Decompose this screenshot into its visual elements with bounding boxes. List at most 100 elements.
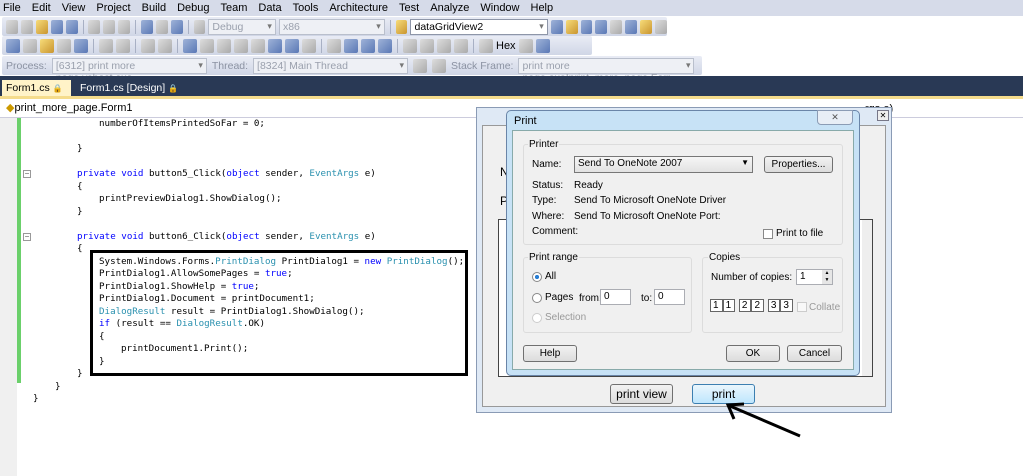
start-icon[interactable] (193, 19, 206, 34)
navigate-icon[interactable] (170, 19, 183, 34)
object-combo[interactable]: dataGridView2 (410, 18, 548, 35)
step-over-icon[interactable] (437, 38, 451, 53)
indent-icon[interactable] (99, 38, 113, 53)
window-icon[interactable] (6, 38, 20, 53)
properties-icon[interactable] (565, 19, 578, 34)
flag-all-icon[interactable] (432, 58, 447, 73)
dialog-close-button[interactable]: ✕ (817, 110, 853, 125)
copies-input[interactable]: 1 ▲ ▼ (796, 269, 833, 285)
tab-form1-design[interactable]: Form1.cs [Design] 🔒 (76, 80, 182, 96)
start-page-icon[interactable] (625, 19, 638, 34)
code-text: } (55, 380, 61, 392)
stack-frame-combo[interactable]: print more page.exe!print_more_page.Forr (518, 57, 695, 84)
menu-build[interactable]: Build (142, 2, 166, 14)
menu-help[interactable]: Help (531, 2, 554, 14)
threads-icon[interactable] (518, 38, 533, 53)
menu-debug[interactable]: Debug (177, 2, 209, 14)
pages-label: Pages (545, 292, 574, 303)
toolbox-icon[interactable] (595, 19, 608, 34)
bookmark-icon[interactable] (183, 38, 197, 53)
save-icon[interactable] (50, 19, 63, 34)
ok-button[interactable]: OK (726, 345, 780, 362)
copy-icon[interactable] (103, 19, 116, 34)
comment-icon[interactable] (141, 38, 155, 53)
menu-view[interactable]: View (62, 2, 86, 14)
redo-icon[interactable] (155, 19, 168, 34)
solution-explorer-icon[interactable] (550, 19, 563, 34)
help-button[interactable]: Help (523, 345, 577, 362)
step-out-icon[interactable] (454, 38, 468, 53)
scrollbar[interactable] (862, 220, 872, 376)
clear-bookmarks-icon[interactable] (285, 38, 299, 53)
highlight-icon[interactable] (40, 38, 54, 53)
hex-button[interactable]: Hex (496, 40, 516, 52)
platform-combo[interactable]: x86 (278, 18, 385, 35)
print-view-button[interactable]: print view (610, 384, 673, 404)
paste-icon[interactable] (118, 19, 131, 34)
flag-icon[interactable] (413, 58, 428, 73)
print-to-file-checkbox[interactable] (763, 229, 773, 239)
command-window-icon[interactable] (655, 19, 667, 34)
stop-icon[interactable] (361, 38, 375, 53)
new-project-icon[interactable] (6, 19, 18, 34)
uncomment-icon[interactable] (158, 38, 172, 53)
thread-combo[interactable]: [8324] Main Thread (253, 57, 409, 74)
code-text: } (77, 143, 83, 154)
prev-folder-icon[interactable] (234, 38, 248, 53)
menu-window[interactable]: Window (480, 2, 519, 14)
undo-icon[interactable] (140, 19, 153, 34)
collate-checkbox[interactable] (797, 302, 807, 312)
tab-form1-cs[interactable]: Form1.cs 🔒 ✕ (2, 80, 71, 106)
menu-analyze[interactable]: Analyze (430, 2, 469, 14)
config-combo[interactable]: Debug (208, 18, 276, 35)
menu-file[interactable]: File (3, 2, 21, 14)
menu-team[interactable]: Team (221, 2, 248, 14)
font-icon[interactable] (57, 38, 71, 53)
close-icon[interactable]: ✕ (877, 110, 889, 121)
pause-icon[interactable] (344, 38, 358, 53)
outdent-icon[interactable] (116, 38, 130, 53)
collapse-icon[interactable]: − (23, 170, 31, 178)
menu-architecture[interactable]: Architecture (329, 2, 388, 14)
next-bookmark-icon[interactable] (217, 38, 231, 53)
all-radio[interactable] (532, 272, 542, 282)
collapse-icon[interactable]: − (23, 232, 31, 241)
breakpoints-icon[interactable] (535, 38, 550, 53)
selection-radio[interactable] (532, 313, 542, 323)
to-input[interactable]: 0 (654, 289, 685, 305)
menu-test[interactable]: Test (399, 2, 419, 14)
prev-bookmark-icon[interactable] (200, 38, 214, 53)
step-into-icon[interactable] (420, 38, 434, 53)
printer-select[interactable]: Send To OneNote 2007 ▼ (574, 156, 753, 173)
find-in-files-icon[interactable] (395, 19, 408, 34)
process-combo[interactable]: [6312] print more page.vshost.exe (51, 57, 207, 84)
cancel-button[interactable]: Cancel (787, 345, 842, 362)
tools-icon[interactable] (610, 19, 623, 34)
menu-project[interactable]: Project (96, 2, 130, 14)
clipboard-icon[interactable] (74, 38, 88, 53)
menu-edit[interactable]: Edit (32, 2, 51, 14)
cut-icon[interactable] (88, 19, 101, 34)
class-view-icon[interactable] (640, 19, 653, 34)
class-combo[interactable]: print_more_page.Form1 (14, 102, 132, 114)
spin-icon[interactable]: ▲ ▼ (822, 270, 832, 284)
from-input[interactable]: 0 (600, 289, 631, 305)
group-title: Print range (528, 252, 579, 263)
restart-icon[interactable] (378, 38, 392, 53)
object-browser-icon[interactable] (580, 19, 593, 34)
properties-button[interactable]: Properties... (764, 156, 833, 173)
menu-tools[interactable]: Tools (293, 2, 319, 14)
bookmark-window-icon[interactable] (268, 38, 282, 53)
keyword: void (121, 230, 144, 242)
menu-data[interactable]: Data (258, 2, 281, 14)
open-icon[interactable] (35, 19, 48, 34)
quickwatch-icon[interactable] (479, 38, 493, 53)
continue-icon[interactable] (327, 38, 341, 53)
pages-radio[interactable] (532, 293, 542, 303)
next-folder-icon[interactable] (251, 38, 265, 53)
save-all-icon[interactable] (65, 19, 78, 34)
text-editor-icon[interactable] (23, 38, 37, 53)
show-next-statement-icon[interactable] (403, 38, 417, 53)
find-icon[interactable] (302, 38, 316, 53)
add-item-icon[interactable] (20, 19, 33, 34)
